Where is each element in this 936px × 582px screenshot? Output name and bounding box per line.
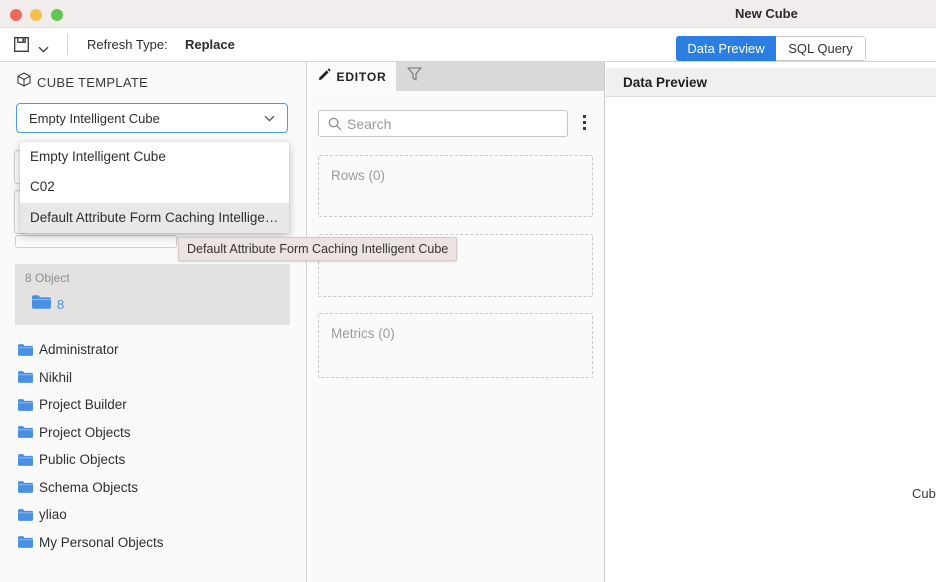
selected-object-box[interactable]: 8 Object 8 (15, 264, 290, 325)
folder-item[interactable]: Project Builder (0, 391, 307, 419)
minimize-window-button[interactable] (30, 9, 42, 21)
folder-item[interactable]: yliao (0, 501, 307, 529)
drop-zone[interactable]: Rows (0) (318, 155, 593, 217)
folder-item-label: My Personal Objects (39, 535, 164, 550)
save-options-chevron[interactable] (37, 41, 49, 49)
folder-icon (17, 343, 34, 357)
folder-item[interactable]: Administrator (0, 336, 307, 364)
selected-object-label: 8 (57, 297, 64, 312)
editor-panel: EDITOR Rows (308, 62, 605, 582)
cube-template-label: CUBE TEMPLATE (37, 75, 148, 90)
folder-icon (17, 508, 34, 522)
toolbar: Refresh Type: Replace Data Preview SQL Q… (0, 28, 936, 62)
data-preview-title: Data Preview (623, 68, 707, 97)
data-preview-panel: Data Preview Cub (606, 62, 936, 582)
object-count-label: 8 Object (25, 271, 70, 285)
template-select-value: Empty Intelligent Cube (29, 111, 264, 126)
dropdown-option[interactable]: Default Attribute Form Caching Intellige… (20, 203, 289, 233)
folder-item-label: Schema Objects (39, 480, 138, 495)
save-button[interactable] (12, 36, 30, 54)
template-tooltip: Default Attribute Form Caching Intellige… (178, 237, 457, 261)
cube-template-header: CUBE TEMPLATE (17, 73, 148, 91)
folder-item[interactable]: My Personal Objects (0, 529, 307, 557)
chevron-down-icon (264, 109, 275, 127)
folder-item-label: Administrator (39, 342, 119, 357)
folder-icon (17, 398, 34, 412)
folder-item-label: Project Objects (39, 425, 131, 440)
app-window: New Cube Refresh Type: Replace Data Pr (0, 0, 936, 582)
drop-zone-label: Metrics (0) (319, 314, 592, 341)
data-preview-header: Data Preview (606, 68, 936, 97)
zoom-window-button[interactable] (51, 9, 63, 21)
window-title: New Cube (735, 0, 798, 28)
refresh-type-value[interactable]: Replace (185, 28, 235, 61)
chevron-down-icon (38, 41, 49, 56)
folder-icon (17, 370, 34, 384)
clipped-message-text: Cub (912, 486, 936, 501)
folder-item[interactable]: Schema Objects (0, 474, 307, 502)
drop-zones: Rows (0) Metrics (0) (308, 62, 604, 582)
template-dropdown-menu: Empty Intelligent CubeC02Default Attribu… (20, 142, 289, 233)
folder-item-label: Nikhil (39, 370, 72, 385)
dropdown-option[interactable]: C02 (20, 172, 289, 202)
folder-icon (17, 535, 34, 549)
close-window-button[interactable] (10, 9, 22, 21)
folder-icon (31, 294, 52, 315)
cube-icon (17, 72, 31, 92)
drop-zone[interactable]: Metrics (0) (318, 313, 593, 378)
selected-object-row[interactable]: 8 (31, 294, 64, 315)
titlebar: New Cube (0, 0, 936, 28)
tab-sql-query[interactable]: SQL Query (776, 36, 866, 61)
folder-icon (17, 453, 34, 467)
tab-data-preview[interactable]: Data Preview (676, 36, 776, 61)
folder-item-label: Project Builder (39, 397, 127, 412)
folder-icon (17, 480, 34, 494)
cube-template-panel: CUBE TEMPLATE Empty Intelligent Cube 8 O… (0, 62, 307, 582)
toolbar-separator (67, 34, 68, 55)
folder-item-label: yliao (39, 507, 67, 522)
obscured-panel-element (15, 235, 177, 248)
drop-zone-label: Rows (0) (319, 156, 592, 183)
dropdown-option[interactable]: Empty Intelligent Cube (20, 142, 289, 172)
save-icon (13, 41, 30, 56)
folder-item[interactable]: Public Objects (0, 446, 307, 474)
folder-icon (17, 425, 34, 439)
view-switcher: Data Preview SQL Query (676, 36, 866, 61)
template-select[interactable]: Empty Intelligent Cube (16, 103, 288, 133)
refresh-type-label: Refresh Type: (87, 28, 168, 61)
folder-item[interactable]: Project Objects (0, 419, 307, 447)
folder-item[interactable]: Nikhil (0, 364, 307, 392)
folder-list: Administrator Nikhil Project Builder Projec… (0, 336, 307, 556)
folder-item-label: Public Objects (39, 452, 125, 467)
